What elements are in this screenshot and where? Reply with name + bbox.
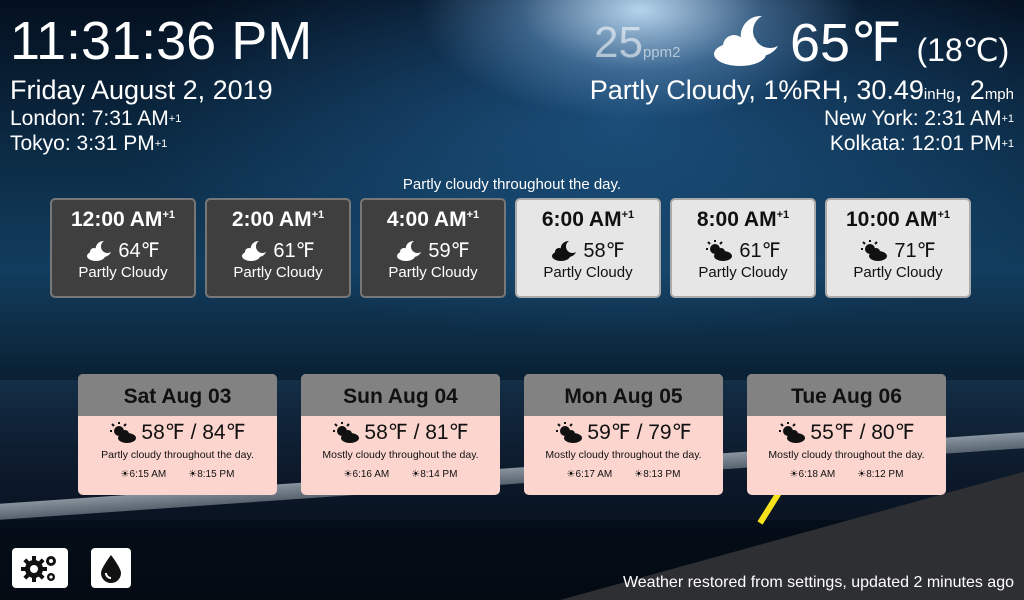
sunrise-icon: ☀6:18 AM	[789, 469, 836, 480]
sunrise-icon: ☀6:15 AM	[120, 469, 167, 480]
water-drop-icon	[101, 555, 121, 583]
daily-card-day: Tue Aug 06	[747, 374, 946, 416]
hourly-card[interactable]: 4:00 AM+1 59℉ Partly Cloudy	[360, 198, 506, 298]
gears-icon	[21, 556, 56, 582]
daily-card-day: Sat Aug 03	[78, 374, 277, 416]
sun-cloud-icon	[333, 421, 360, 443]
hourly-card[interactable]: 2:00 AM+1 61℉ Partly Cloudy	[205, 198, 351, 298]
sun-cloud-icon	[706, 239, 733, 261]
moon-cloud-icon	[87, 240, 112, 261]
moon-cloud-icon	[242, 240, 267, 261]
sunrise-icon: ☀6:17 AM	[566, 469, 613, 480]
daily-card[interactable]: Tue Aug 06 55℉ / 80℉ Mostly cloudy throu…	[747, 374, 946, 495]
moon-cloud-icon	[397, 240, 422, 261]
current-conditions: Partly Cloudy, 1%RH, 30.49inHg, 2mph	[589, 75, 1014, 105]
timezone-tokyo: Tokyo: 3:31 PM+1	[10, 132, 168, 155]
daily-summary: Partly cloudy throughout the day.	[402, 176, 622, 193]
sunset-icon: ☀8:13 PM	[634, 469, 681, 480]
hourly-card[interactable]: 12:00 AM+1 64℉ Partly Cloudy	[50, 198, 196, 298]
current-temperature: 65℉ (18℃)	[790, 13, 1010, 73]
water-button[interactable]	[91, 548, 131, 588]
daily-card-day: Sun Aug 04	[301, 374, 500, 416]
hourly-card[interactable]: 6:00 AM+1 58℉ Partly Cloudy	[515, 198, 661, 298]
timezone-london: London: 7:31 AM+1	[10, 107, 182, 130]
hourly-card[interactable]: 10:00 AM+1 71℉ Partly Cloudy	[825, 198, 971, 298]
sunrise-icon: ☀6:16 AM	[343, 469, 390, 480]
sun-cloud-icon	[861, 239, 888, 261]
timezone-kolkata: Kolkata: 12:01 PM+1	[829, 132, 1014, 155]
clock-date: Friday August 2, 2019	[10, 75, 273, 105]
air-quality: 25ppm2	[594, 18, 681, 67]
daily-card[interactable]: Sun Aug 04 58℉ / 81℉ Mostly cloudy throu…	[301, 374, 500, 495]
settings-button[interactable]	[12, 548, 68, 588]
sunset-icon: ☀8:12 PM	[857, 469, 904, 480]
sun-cloud-icon	[110, 421, 137, 443]
daily-card-day: Mon Aug 05	[524, 374, 723, 416]
daily-card[interactable]: Mon Aug 05 59℉ / 79℉ Mostly cloudy throu…	[524, 374, 723, 495]
sun-cloud-icon	[556, 421, 583, 443]
hourly-card[interactable]: 8:00 AM+1 61℉ Partly Cloudy	[670, 198, 816, 298]
sunset-icon: ☀8:15 PM	[188, 469, 235, 480]
status-text: Weather restored from settings, updated …	[622, 574, 1014, 591]
daily-card[interactable]: Sat Aug 03 58℉ / 84℉ Partly cloudy throu…	[78, 374, 277, 495]
partly-cloudy-night-icon	[712, 12, 784, 73]
sunset-icon: ☀8:14 PM	[411, 469, 458, 480]
moon-cloud-icon	[552, 240, 577, 261]
sun-cloud-icon	[779, 421, 806, 443]
clock-time: 11:31:36 PM	[10, 11, 313, 71]
